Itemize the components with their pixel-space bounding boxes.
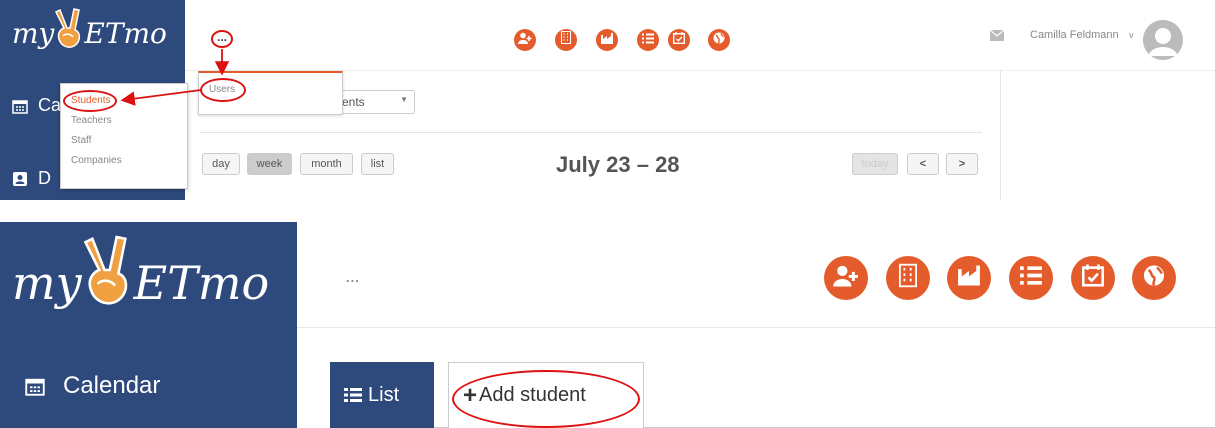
- sidebar: my ETmo Calendar: [0, 222, 297, 428]
- list-icon: [344, 388, 362, 402]
- factory-icon[interactable]: [596, 29, 618, 51]
- factory-icon[interactable]: [947, 256, 991, 300]
- user-name[interactable]: Camilla Feldmann: [1030, 29, 1119, 41]
- building-icon[interactable]: [886, 256, 930, 300]
- sidebar-item-calendar[interactable]: Calendar: [25, 372, 160, 400]
- app-logo[interactable]: my ETmo: [12, 230, 269, 310]
- globe-icon[interactable]: [1132, 256, 1176, 300]
- list-icon[interactable]: [1009, 256, 1053, 300]
- today-button[interactable]: today: [852, 153, 898, 175]
- calendar-icon: [25, 378, 45, 396]
- calendar-check-icon[interactable]: [668, 29, 690, 51]
- avatar[interactable]: [1143, 20, 1183, 60]
- more-menu-button[interactable]: ...: [346, 270, 360, 285]
- calendar-check-icon[interactable]: [1071, 256, 1115, 300]
- globe-icon[interactable]: [708, 29, 730, 51]
- logo-text-prefix: my: [12, 256, 82, 310]
- header-divider: [297, 327, 1215, 328]
- tab-label: List: [368, 383, 400, 406]
- add-user-icon[interactable]: [824, 256, 868, 300]
- envelope-icon[interactable]: [990, 30, 1004, 41]
- logo-text-suffix: ETmo: [133, 256, 270, 310]
- annotation-arrows: [120, 49, 230, 106]
- building-icon[interactable]: [555, 29, 577, 51]
- add-user-icon[interactable]: [514, 29, 536, 51]
- content-right-border: [1000, 70, 1001, 200]
- tab-list[interactable]: List: [330, 362, 434, 428]
- calendar-date-range: July 23 – 28: [556, 152, 680, 177]
- caret-down-icon: ▼: [400, 95, 408, 104]
- sidebar-item-label: Calendar: [63, 372, 161, 399]
- chevron-down-icon[interactable]: v: [1129, 30, 1134, 40]
- bottom-screenshot-panel: my ETmo Calendar ... List + Add student: [0, 222, 1215, 428]
- victory-hand-logo-icon: [83, 235, 127, 305]
- prev-week-button[interactable]: <: [907, 153, 939, 175]
- top-screenshot-panel: my ETmo Ca D ... Camilla Feldmann v ents…: [0, 0, 1215, 210]
- next-week-button[interactable]: >: [946, 153, 978, 175]
- annotation-circle-add-student: [452, 370, 640, 428]
- list-icon[interactable]: [637, 29, 659, 51]
